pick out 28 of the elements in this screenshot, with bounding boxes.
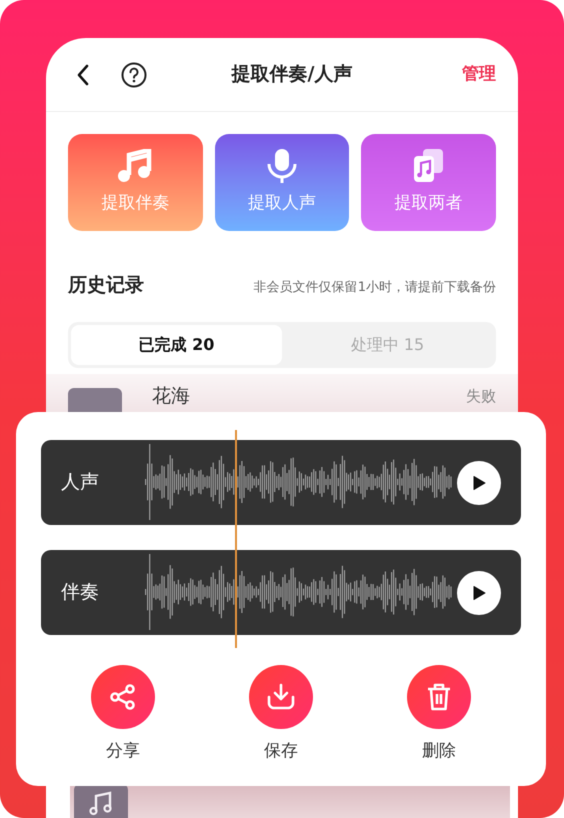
tab[interactable]: 已完成 20	[71, 324, 282, 364]
action-label: 保存	[264, 740, 298, 763]
action-label: 分享	[106, 740, 140, 763]
manage-button[interactable]: 管理	[462, 62, 496, 88]
microphone-icon	[267, 148, 297, 183]
download-icon	[266, 683, 296, 711]
music-files-icon	[412, 148, 445, 183]
song-title: 花海	[152, 384, 190, 408]
play-icon	[472, 474, 486, 490]
status-label: 失败	[466, 386, 496, 406]
play-button[interactable]	[457, 570, 501, 614]
tool-button[interactable]: 提取人声	[214, 134, 350, 231]
section-title: 历史记录	[68, 273, 144, 298]
music-thumbnail	[74, 784, 128, 818]
play-icon	[472, 584, 486, 600]
tool-button[interactable]: 提取两者	[361, 134, 496, 231]
track-label: 人声	[61, 470, 99, 496]
action-label: 删除	[422, 740, 456, 763]
share-icon	[109, 683, 137, 711]
play-button[interactable]	[457, 460, 501, 504]
tab[interactable]: 处理中 15	[282, 324, 493, 364]
trash-icon	[426, 683, 452, 711]
tool-button[interactable]: 提取伴奏	[68, 134, 203, 231]
help-icon[interactable]	[120, 60, 148, 88]
track-label: 伴奏	[61, 580, 99, 606]
page-title: 提取伴奏/人声	[230, 62, 354, 88]
notice-text: 非会员文件仅保留1小时，请提前下载备份	[254, 279, 496, 297]
music-note-icon	[117, 148, 154, 183]
